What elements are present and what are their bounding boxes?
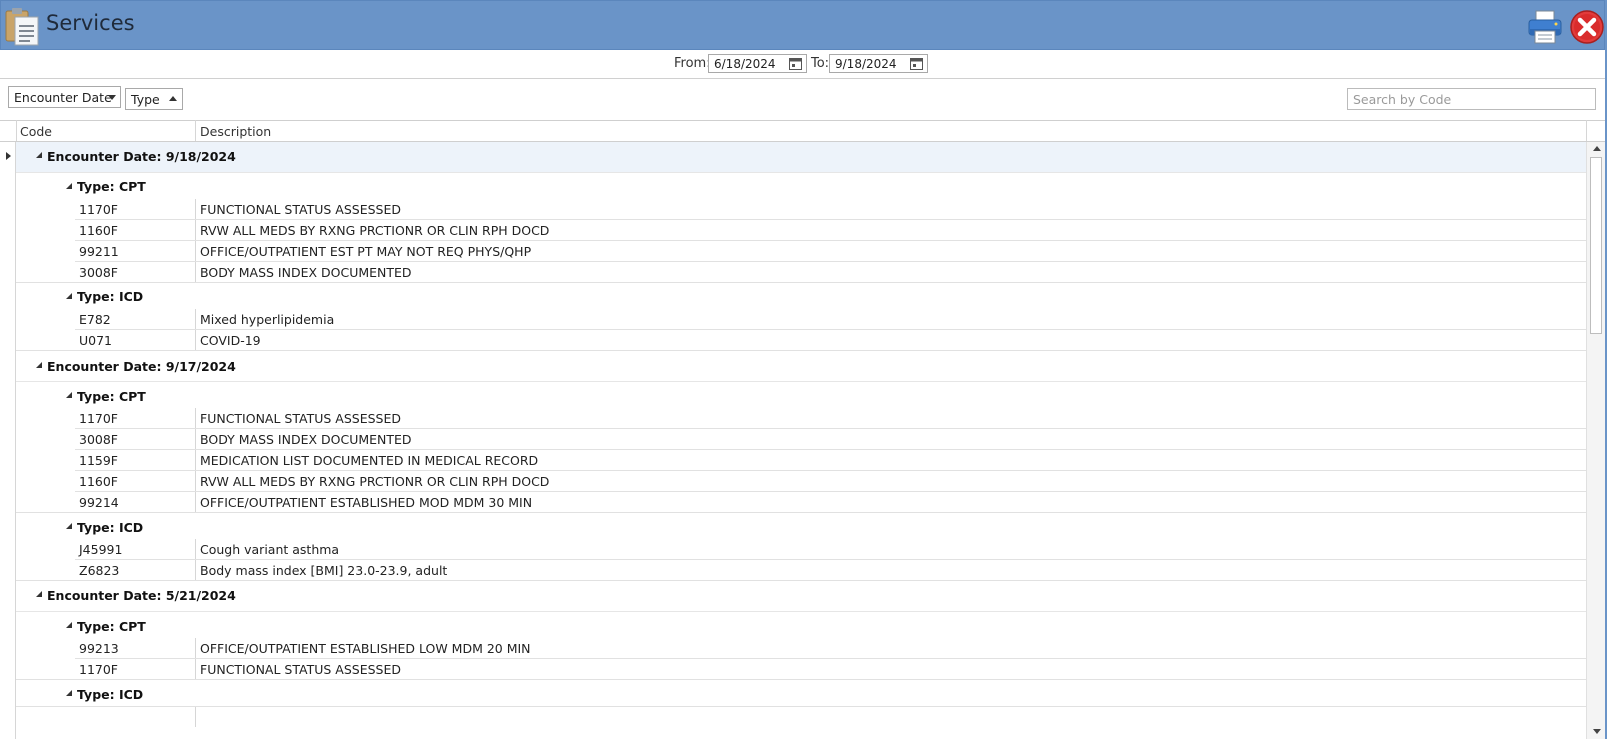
code-cell: U071	[79, 333, 113, 348]
collapse-icon[interactable]	[36, 152, 42, 158]
description-cell: OFFICE/OUTPATIENT ESTABLISHED MOD MDM 30…	[200, 495, 533, 510]
scroll-down-arrow-icon[interactable]	[1593, 729, 1601, 734]
code-cell: 3008F	[79, 432, 119, 447]
title-bar: Services	[0, 0, 1605, 50]
group-label: Type: ICD	[77, 289, 144, 304]
vertical-scrollbar[interactable]	[1586, 142, 1605, 739]
code-cell: 1170F	[79, 411, 119, 426]
description-cell: FUNCTIONAL STATUS ASSESSED	[200, 662, 402, 677]
table-row[interactable]: J45991 Cough variant asthma	[16, 539, 1586, 560]
sort-descending-icon	[108, 95, 116, 100]
group-chip-type[interactable]: Type	[125, 88, 183, 110]
table-row[interactable]: Z6823 Body mass index [BMI] 23.0-23.9, ad…	[16, 560, 1586, 581]
code-cell: 1160F	[79, 223, 119, 238]
window-title: Services	[46, 11, 135, 35]
group-label: Encounter Date: 9/17/2024	[47, 359, 236, 374]
code-cell: 1160F	[79, 474, 119, 489]
table-row[interactable]: 99213 OFFICE/OUTPATIENT ESTABLISHED LOW M…	[16, 638, 1586, 659]
table-row[interactable]	[16, 706, 1586, 727]
sort-ascending-icon	[169, 96, 177, 101]
table-row[interactable]: 3008F BODY MASS INDEX DOCUMENTED	[16, 262, 1586, 283]
group-label: Type: CPT	[77, 179, 146, 194]
description-cell: OFFICE/OUTPATIENT EST PT MAY NOT REQ PHY…	[200, 244, 532, 259]
table-row[interactable]: 1170F FUNCTIONAL STATUS ASSESSED	[16, 408, 1586, 429]
collapse-icon[interactable]	[66, 690, 72, 696]
from-date-picker[interactable]: 6/18/2024	[708, 54, 807, 73]
description-cell: MEDICATION LIST DOCUMENTED IN MEDICAL RE…	[200, 453, 539, 468]
description-cell: Cough variant asthma	[200, 542, 340, 557]
close-icon[interactable]	[1569, 9, 1605, 45]
description-cell: BODY MASS INDEX DOCUMENTED	[200, 265, 412, 280]
from-label: From:	[674, 56, 711, 71]
printer-icon[interactable]	[1527, 9, 1563, 45]
description-cell: OFFICE/OUTPATIENT ESTABLISHED LOW MDM 20…	[200, 641, 531, 656]
column-header-code[interactable]: Code	[16, 120, 195, 141]
from-date-value: 6/18/2024	[714, 57, 776, 71]
calendar-icon[interactable]	[789, 57, 802, 70]
description-cell: RVW ALL MEDS BY RXNG PRCTIONR OR CLIN RP…	[200, 223, 550, 238]
code-cell: E782	[79, 312, 111, 327]
table-row[interactable]: 3008F BODY MASS INDEX DOCUMENTED	[16, 429, 1586, 450]
group-label: Type: CPT	[77, 389, 146, 404]
code-cell: J45991	[79, 542, 123, 557]
grid-header: Code Description	[0, 120, 1605, 142]
table-row[interactable]: E782 Mixed hyperlipidemia	[16, 309, 1586, 330]
code-cell: 1159F	[79, 453, 119, 468]
table-row[interactable]: 99214 OFFICE/OUTPATIENT ESTABLISHED MOD M…	[16, 492, 1586, 513]
code-cell: 1170F	[79, 662, 119, 677]
collapse-icon[interactable]	[66, 293, 72, 299]
group-label: Type: ICD	[77, 687, 144, 702]
table-row[interactable]: 1170F FUNCTIONAL STATUS ASSESSED	[16, 199, 1586, 220]
code-cell: 99211	[79, 244, 119, 259]
code-cell: 3008F	[79, 265, 119, 280]
collapse-icon[interactable]	[36, 362, 42, 368]
group-label: Encounter Date: 5/21/2024	[47, 588, 236, 603]
description-cell: RVW ALL MEDS BY RXNG PRCTIONR OR CLIN RP…	[200, 474, 550, 489]
clipboard-icon	[5, 8, 39, 46]
code-cell: Z6823	[79, 563, 120, 578]
services-grid: Encounter Date: 9/18/2024 Type: CPT 1170…	[0, 142, 1605, 739]
group-chip-encounter-date[interactable]: Encounter Date	[8, 86, 121, 108]
table-row[interactable]: U071 COVID-19	[16, 330, 1586, 351]
table-row[interactable]: 99211 OFFICE/OUTPATIENT EST PT MAY NOT RE…	[16, 241, 1586, 262]
description-cell: FUNCTIONAL STATUS ASSESSED	[200, 411, 402, 426]
code-cell: 1170F	[79, 202, 119, 217]
table-row[interactable]: 1159F MEDICATION LIST DOCUMENTED IN MEDIC…	[16, 450, 1586, 471]
description-cell: Mixed hyperlipidemia	[200, 312, 335, 327]
description-cell: COVID-19	[200, 333, 261, 348]
description-cell: Body mass index [BMI] 23.0-23.9, adult	[200, 563, 448, 578]
to-label: To:	[811, 56, 830, 71]
column-header-description[interactable]: Description	[196, 120, 1586, 141]
description-cell: BODY MASS INDEX DOCUMENTED	[200, 432, 412, 447]
collapse-icon[interactable]	[66, 523, 72, 529]
group-chip-label: Encounter Date	[14, 90, 112, 105]
collapse-icon[interactable]	[66, 183, 72, 189]
table-row[interactable]: 1160F RVW ALL MEDS BY RXNG PRCTIONR OR CL…	[16, 220, 1586, 241]
collapse-icon[interactable]	[66, 622, 72, 628]
code-cell: 99214	[79, 495, 119, 510]
group-label: Type: ICD	[77, 520, 144, 535]
group-row-encounter-date[interactable]: Encounter Date: 5/21/2024	[16, 581, 1586, 612]
group-label: Type: CPT	[77, 619, 146, 634]
collapse-icon[interactable]	[66, 392, 72, 398]
group-row-encounter-date[interactable]: Encounter Date: 9/18/2024	[16, 142, 1586, 173]
to-date-picker[interactable]: 9/18/2024	[829, 54, 928, 73]
calendar-icon[interactable]	[910, 57, 923, 70]
group-chip-label: Type	[131, 92, 160, 107]
description-cell: FUNCTIONAL STATUS ASSESSED	[200, 202, 402, 217]
search-input[interactable]	[1347, 88, 1596, 110]
code-cell: 99213	[79, 641, 119, 656]
scrollbar-thumb[interactable]	[1590, 157, 1602, 334]
table-row[interactable]: 1160F RVW ALL MEDS BY RXNG PRCTIONR OR CL…	[16, 471, 1586, 492]
scroll-up-arrow-icon[interactable]	[1593, 146, 1601, 151]
group-label: Encounter Date: 9/18/2024	[47, 149, 236, 164]
to-date-value: 9/18/2024	[835, 57, 897, 71]
collapse-icon[interactable]	[36, 591, 42, 597]
group-row-encounter-date[interactable]: Encounter Date: 9/17/2024	[16, 351, 1586, 382]
date-range-bar: From: 6/18/2024 To: 9/18/2024	[0, 50, 1605, 79]
table-row[interactable]: 1170F FUNCTIONAL STATUS ASSESSED	[16, 659, 1586, 680]
